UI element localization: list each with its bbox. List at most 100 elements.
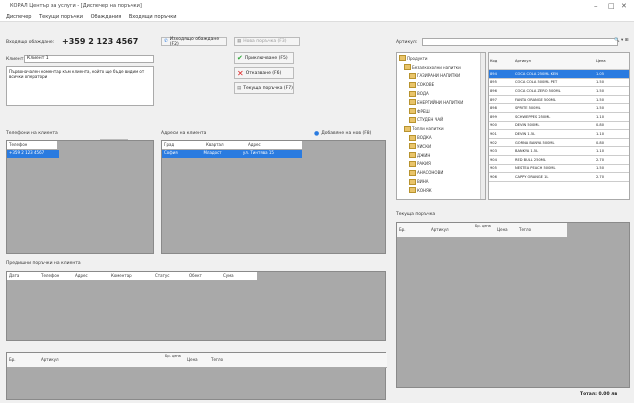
tree-node-label: ВОДКА (417, 135, 432, 141)
table-row[interactable]: +359 2 123 4567 (7, 150, 59, 158)
folder-icon (409, 81, 416, 88)
tree-node[interactable]: АНАСОНОВИ (399, 168, 485, 177)
tree-node[interactable]: РАКИЯ (399, 160, 485, 169)
outgoing-call-button[interactable]: ✆ Изходящо обаждане (F2) (161, 37, 227, 47)
client-label: Клиент: (6, 57, 25, 62)
table-cell: 1.05 (596, 71, 605, 76)
tree-node[interactable]: ФРЕШ (399, 107, 485, 116)
table-row[interactable]: 898 SPRITE 500ML 1.50 (489, 104, 629, 113)
table-row[interactable]: 901 DEVIN 1.5L 1.10 (489, 130, 629, 139)
tree-node-label: Продукти (407, 55, 428, 61)
search-label: Артикул: (396, 40, 418, 45)
tree-node[interactable]: КОНЯК (399, 186, 485, 195)
current-order-button[interactable]: ▤ Текуща поръчка (F7) (234, 82, 294, 94)
table-cell: 901 (490, 131, 497, 136)
tree-node[interactable]: ВИНА (399, 177, 485, 186)
menu-item-dispatcher[interactable]: Диспечер (6, 14, 31, 20)
folder-icon (404, 125, 411, 132)
addresses-grid-header: Град Квартал Адрес (162, 141, 302, 150)
column-header: Код (490, 59, 498, 63)
column-header: Телефон (9, 142, 28, 147)
table-row[interactable]: 894 COCA COLA 250ML KEN 1.05 (489, 70, 629, 79)
table-cell: 0.80 (596, 123, 605, 128)
search-button[interactable]: 🔍 ▾ ⊞ (614, 38, 629, 43)
table-cell: 896 (490, 88, 497, 93)
table-cell: 899 (490, 114, 497, 119)
menu-item-current-orders[interactable]: Текущи поръчки (39, 14, 83, 20)
tree-node[interactable]: Продукти (399, 54, 485, 63)
table-cell: CAPPY ORANGE 1L (515, 174, 549, 179)
folder-icon (409, 143, 416, 150)
order-items-grid-header: Бр. Артикул Бр. цена Цена Тегло (7, 353, 387, 368)
folder-icon (399, 55, 406, 62)
table-row[interactable]: 905 NESTEA PEACH 500ML 1.50 (489, 165, 629, 174)
menu-item-incoming-orders[interactable]: Входящи поръчки (129, 14, 177, 20)
search-input[interactable] (422, 38, 618, 46)
tree-node-label: Топли напитки (412, 126, 444, 132)
tree-node-label: РАКИЯ (417, 161, 431, 167)
table-cell: 904 (490, 157, 497, 162)
tree-node[interactable]: СОКОВЕ (399, 80, 485, 89)
tree-node-label: ДЖИН (417, 152, 431, 158)
tree-node[interactable]: ГАЗИРАНИ НАПИТКИ (399, 72, 485, 81)
incoming-call-label: Входящо обаждане: (6, 40, 55, 45)
client-note-textarea[interactable]: Първоначален коментар към клиента, който… (6, 66, 154, 106)
close-button[interactable]: ✕ (621, 2, 627, 10)
maximize-button[interactable]: □ (608, 2, 615, 10)
column-header: Артикул (41, 357, 59, 362)
table-row[interactable]: 906 CAPPY ORANGE 1L 2.70 (489, 173, 629, 182)
column-header: Цена (596, 59, 606, 63)
column-header: Бр. (399, 227, 406, 232)
tree-scrollbar[interactable] (480, 53, 485, 199)
table-row[interactable]: София Младост ул. Тинтява 15 (162, 150, 302, 158)
new-order-button[interactable]: ▦ Нова поръчка (F3) (234, 37, 300, 46)
table-row[interactable]: 895 COCA COLA 500ML PET 1.50 (489, 79, 629, 88)
tree-node[interactable]: Безалкохолни напитки (399, 63, 485, 72)
column-header: Артикул (515, 59, 531, 63)
table-cell: София (164, 150, 178, 155)
check-icon: ✔ (237, 54, 243, 62)
table-cell: 903 (490, 149, 497, 154)
column-header: Телефон (41, 273, 60, 278)
tree-node[interactable]: Топли напитки (399, 124, 485, 133)
addresses-grid: Град Квартал Адрес София Младост ул. Тин… (161, 140, 386, 254)
tree-node[interactable]: СТУДЕН ЧАЙ (399, 116, 485, 125)
table-cell: SPRITE 500ML (515, 106, 541, 111)
folder-icon (409, 108, 416, 115)
column-header: Квартал (206, 142, 224, 147)
add-address-label: Добавяне на нов (F8) (321, 131, 372, 136)
menu-item-calls[interactable]: Обаждания (91, 14, 122, 20)
table-cell: 905 (490, 166, 497, 171)
table-cell: 0.80 (596, 140, 605, 145)
tree-node-label: ЕНЕРГИЙНИ НАПИТКИ (417, 99, 464, 105)
folder-icon (409, 90, 416, 97)
client-input[interactable]: Клиент 1 (24, 55, 154, 63)
table-cell: 897 (490, 97, 497, 102)
accept-label: Приключване (F5) (244, 55, 288, 61)
table-row[interactable]: 900 DEVIN 500ML 0.80 (489, 122, 629, 131)
minimize-button[interactable]: – (594, 2, 598, 10)
tree-node[interactable]: ВОДКА (399, 133, 485, 142)
folder-icon (409, 152, 416, 159)
table-cell: 1.50 (596, 166, 605, 171)
folder-icon (409, 99, 416, 106)
add-address-button[interactable]: ● Добавяне на нов (F8) (314, 130, 371, 137)
history-panel-title: Предишни поръчки на клиента (6, 261, 81, 266)
tree-node[interactable]: УИСКИ (399, 142, 485, 151)
tree-node[interactable]: ЕНЕРГИЙНИ НАПИТКИ (399, 98, 485, 107)
cancel-button[interactable]: ✕ Отказване (F6) (234, 67, 294, 79)
product-list: Код Артикул Цена 894 COCA COLA 250ML KEN 1… (488, 52, 630, 200)
table-row[interactable]: 896 COCA COLA ZERO 500ML 1.50 (489, 87, 629, 96)
tree-node-label: АНАСОНОВИ (417, 170, 444, 176)
table-row[interactable]: 899 SCHWEPPES 250ML 1.10 (489, 113, 629, 122)
list-icon: ▤ (237, 85, 242, 91)
table-row[interactable]: 903 BANKYA 1.5L 1.10 (489, 147, 629, 156)
accept-button[interactable]: ✔ Приключване (F5) (234, 52, 294, 64)
table-row[interactable]: 902 GORNA BANYA 500ML 0.80 (489, 139, 629, 148)
history-grid: Дата Телефон Адрес Коментар Статус Обект… (6, 271, 386, 341)
tree-node-label: ГАЗИРАНИ НАПИТКИ (417, 73, 461, 79)
table-row[interactable]: 904 RED BULL 250ML 2.70 (489, 156, 629, 165)
table-row[interactable]: 897 FANTA ORANGE 500ML 1.50 (489, 96, 629, 105)
tree-node[interactable]: ВОДА (399, 89, 485, 98)
tree-node[interactable]: ДЖИН (399, 151, 485, 160)
